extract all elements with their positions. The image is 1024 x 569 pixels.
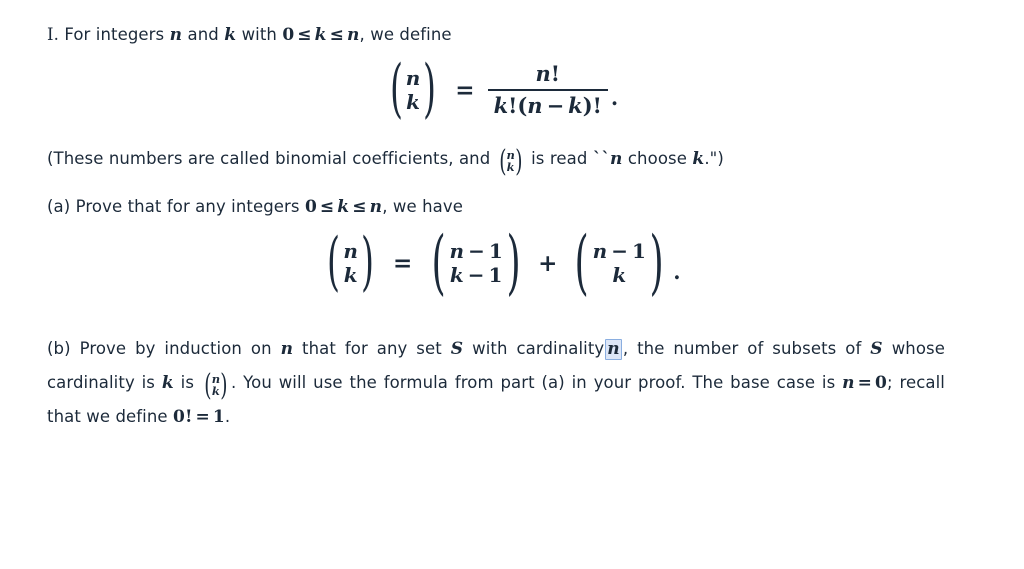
part-a-paragraph: (a) Prove that for any integers 0 ≤ k ≤ n, w…	[47, 190, 947, 224]
part-a-text2: , we have	[382, 197, 463, 216]
part-b-text2: that for any set	[302, 339, 442, 358]
intro-text-before: For integers	[64, 25, 165, 44]
intro-n-2: n	[346, 25, 360, 45]
equation-period: .	[610, 85, 619, 110]
binom-bottom: k	[211, 383, 220, 398]
note-choose-word: choose	[627, 149, 687, 168]
part-a-le-2: ≤	[352, 197, 367, 217]
part-b-base-equals: =	[857, 373, 873, 393]
part-b-var-S-2: S	[870, 339, 883, 359]
equals-sign: =	[455, 76, 475, 104]
equation-binomial-definition: ( n k ) = n! k!(n − k)! .	[0, 52, 955, 128]
document-page: I. For integers n and k with 0 ≤ k ≤ n, we d…	[0, 0, 1024, 569]
binom-bottom: k	[406, 90, 420, 114]
left-paren: (	[431, 221, 446, 304]
part-a-n: n	[369, 197, 383, 217]
binom-bottom: k	[343, 263, 358, 287]
note-text-part2: is read	[531, 149, 588, 168]
intro-var-k: k	[224, 25, 237, 45]
note-close-quote: .")	[704, 149, 724, 168]
binomial-n-minus-1-choose-k: ( n −1 k )	[568, 221, 670, 304]
note-open-quote: ``	[592, 149, 610, 169]
intro-tail: , we define	[359, 25, 452, 44]
part-a-zero: 0	[304, 197, 317, 217]
plus-sign: +	[538, 249, 558, 277]
right-paren: )	[360, 225, 374, 300]
equation-period: .	[673, 259, 681, 284]
part-b-text1: Prove by induction on	[79, 339, 272, 358]
equation-pascals-rule: ( n k ) = ( n −1 k −1 ) + ( n −1 k) .	[0, 224, 955, 302]
intro-le-2: ≤	[329, 25, 344, 45]
selected-var-n: n	[607, 339, 620, 359]
part-b-base-zero: 0	[875, 373, 887, 393]
note-quoted-n: n	[609, 149, 623, 169]
binom-bottom: k	[506, 159, 515, 174]
part-b-one: 1	[212, 407, 225, 427]
binom-top: n	[405, 65, 421, 90]
intro-and-word: and	[187, 25, 219, 44]
problem-number-label: I.	[47, 25, 59, 44]
right-paren: )	[649, 221, 664, 304]
part-b-var-k: k	[161, 373, 174, 393]
fraction-denominator: k!(n − k)!	[493, 93, 602, 118]
left-paren: (	[498, 143, 507, 179]
binom-top: n −1	[449, 238, 503, 263]
part-a-text1: Prove that for any integers	[75, 197, 300, 216]
right-paren: )	[506, 221, 521, 304]
factorial-fraction: n! k!(n − k)!	[487, 61, 608, 118]
intro-le-1: ≤	[297, 25, 312, 45]
right-paren: )	[220, 367, 228, 403]
part-b-base-n: n	[842, 373, 855, 393]
selected-token-highlight[interactable]: n	[605, 339, 622, 360]
intro-with-word: with	[241, 25, 277, 44]
part-b-var-S: S	[450, 339, 464, 359]
equals-sign: =	[392, 249, 413, 277]
part-b-zero-factorial: 0!	[173, 407, 193, 427]
problem-intro-paragraph: I. For integers n and k with 0 ≤ k ≤ n, we d…	[47, 18, 947, 52]
part-a-le-1: ≤	[319, 197, 335, 217]
part-b-paragraph: (b) Prove by induction on n that for any…	[47, 332, 945, 434]
binomial-n-choose-k: ( n k )	[384, 52, 442, 127]
intro-k-2: k	[314, 25, 327, 45]
right-paren: )	[423, 52, 437, 127]
left-paren: (	[327, 225, 341, 300]
binom-bottom: k	[612, 262, 627, 287]
document-content: I. For integers n and k with 0 ≤ k ≤ n, we d…	[47, 18, 947, 434]
binomial-n-choose-k: ( n k )	[321, 225, 379, 300]
part-b-text4: , the number of subsets of	[622, 339, 862, 358]
part-b-text3: with cardinality	[472, 339, 605, 358]
left-paren: (	[574, 221, 590, 304]
note-text-part1: (These numbers are called binomial coeff…	[47, 149, 491, 168]
inline-binomial-n-choose-k: ( n k )	[497, 143, 525, 179]
binom-top: n −1	[592, 238, 646, 263]
part-b-text7: . You will use the formula from part (a)…	[230, 373, 836, 392]
left-paren: (	[389, 52, 403, 127]
binomial-n-minus-1-choose-k-minus-1: ( n −1 k −1 )	[425, 221, 527, 304]
note-quoted-k: k	[692, 149, 705, 169]
right-paren: )	[515, 143, 523, 179]
intro-zero: 0	[282, 25, 295, 45]
left-paren: (	[204, 367, 212, 403]
part-a-k: k	[337, 197, 350, 217]
binom-bottom: k −1	[449, 262, 503, 287]
part-b-var-n: n	[280, 339, 294, 359]
binomial-note-paragraph: (These numbers are called binomial coeff…	[47, 142, 947, 179]
part-b-text6: is	[180, 373, 195, 392]
fraction-numerator: n!	[535, 61, 560, 87]
part-b-text9: .	[224, 407, 231, 426]
part-b-fact-equals: =	[195, 407, 210, 427]
part-b-label: (b)	[47, 339, 71, 358]
inline-binomial-n-choose-k: ( n k )	[202, 367, 230, 403]
part-a-label: (a)	[47, 197, 71, 216]
intro-var-n: n	[169, 25, 183, 45]
binom-top: n	[343, 238, 358, 263]
